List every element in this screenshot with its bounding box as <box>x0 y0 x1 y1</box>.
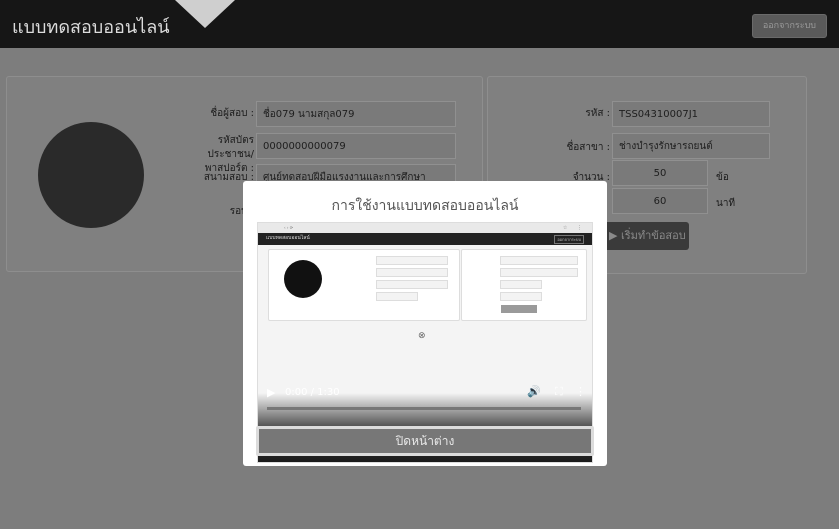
round-label: รอบ : <box>229 206 254 217</box>
app-brand[interactable]: แบบทดสอบออนไลน์ <box>12 12 170 41</box>
video-browser-url: ‹ › ⟳ <box>284 225 294 230</box>
video-mini-brand: แบบทดสอบออนไลน์ <box>266 235 310 241</box>
start-exam-button[interactable]: ▶ เริ่มทำข้อสอบ <box>603 222 689 250</box>
name-label: ชื่อผู้สอบ : <box>210 108 254 119</box>
branch-label: ชื่อสาขา : <box>566 142 610 153</box>
usage-modal: การใช้งานแบบทดสอบออนไลน์ ‹ › ⟳ ☆ ⋮ แบบทด… <box>243 181 607 466</box>
name-field: ชื่อ079 นามสกุล079 <box>256 101 456 127</box>
video-mini-logout: ออกจากระบบ <box>554 235 584 244</box>
branch-field: ช่างบำรุงรักษารถยนต์ <box>612 133 770 159</box>
video-mini-input <box>500 268 578 277</box>
id-field: 0000000000079 <box>256 133 456 159</box>
avatar <box>38 122 144 228</box>
code-field: TSS04310007J1 <box>612 101 770 127</box>
video-time: 0:00 / 1:30 <box>285 387 340 398</box>
modal-title: การใช้งานแบบทดสอบออนไลน์ <box>331 198 519 214</box>
video-controls: ▶ 0:00 / 1:30 🔊 ⛶ ⋮ <box>257 380 591 420</box>
video-mini-avatar <box>284 260 322 298</box>
play-icon[interactable]: ▶ <box>267 386 275 399</box>
time-unit: นาที <box>716 198 736 209</box>
video-mini-input <box>376 292 418 301</box>
video-mini-input <box>500 256 578 265</box>
count-field: 50 <box>612 160 708 186</box>
video-mini-input <box>376 280 448 289</box>
top-pointer-shape <box>175 0 235 28</box>
video-progress-bar[interactable] <box>267 407 581 410</box>
logout-button[interactable]: ออกจากระบบ <box>751 14 827 38</box>
fullscreen-icon[interactable]: ⛶ <box>555 385 563 399</box>
close-window-button[interactable]: ปิดหน้าต่าง <box>256 426 594 456</box>
video-browser-bar: ‹ › ⟳ ☆ ⋮ <box>258 223 592 233</box>
video-mini-input <box>376 256 448 265</box>
video-mini-input <box>500 280 542 289</box>
video-mini-close-icon: ⊗ <box>418 331 426 341</box>
video-mini-start-button <box>501 305 537 313</box>
video-browser-icons: ☆ ⋮ <box>562 225 586 231</box>
video-mini-navbar: แบบทดสอบออนไลน์ ออกจากระบบ <box>258 233 592 245</box>
time-field: 60 <box>612 188 708 214</box>
more-options-icon[interactable]: ⋮ <box>575 385 586 398</box>
count-unit: ข้อ <box>716 172 729 183</box>
volume-icon[interactable]: 🔊 <box>527 385 541 398</box>
video-mini-input <box>376 268 448 277</box>
top-navbar: แบบทดสอบออนไลน์ ออกจากระบบ <box>0 0 839 48</box>
code-label: รหัส : <box>585 108 610 119</box>
video-mini-input <box>500 292 542 301</box>
site-label: สนามสอบ : <box>203 172 254 183</box>
